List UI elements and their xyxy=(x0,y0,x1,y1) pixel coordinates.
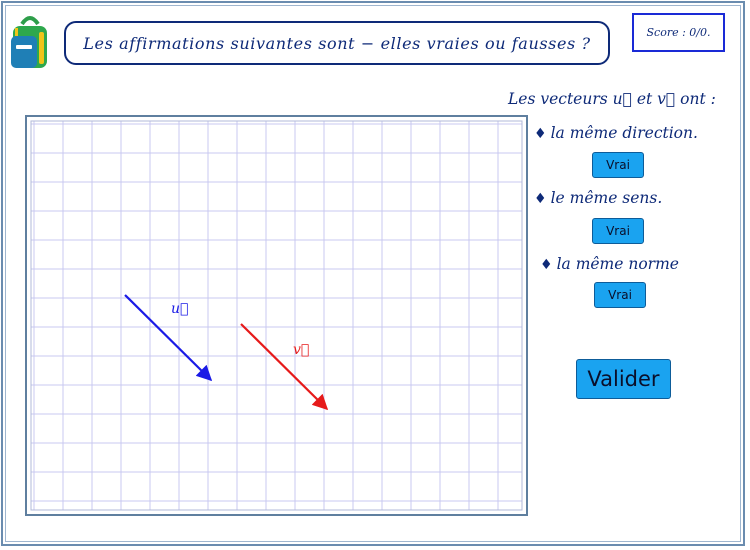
statements-intro: Les vecteurs u⃗ et v⃗ ont : xyxy=(508,90,716,108)
question-banner: Les affirmations suivantes sont − elles … xyxy=(64,21,610,65)
norm-answer-button[interactable]: Vrai xyxy=(594,282,646,308)
question-text: Les affirmations suivantes sont − elles … xyxy=(83,33,591,53)
score-box: Score : 0/0. xyxy=(632,13,725,52)
sense-answer-button[interactable]: Vrai xyxy=(592,218,644,244)
diamond-bullet-icon: ♦ xyxy=(534,191,547,207)
validate-button[interactable]: Valider xyxy=(576,359,671,399)
diamond-bullet-icon: ♦ xyxy=(540,257,553,273)
vector-u-arrow xyxy=(124,294,213,382)
vector-v-label: v⃗ xyxy=(293,342,309,358)
statement-direction: ♦ la même direction. xyxy=(534,124,698,142)
vector-v-arrow xyxy=(240,323,329,411)
direction-answer-button[interactable]: Vrai xyxy=(592,152,644,178)
grid-lines xyxy=(30,120,523,511)
statement-norm-text: la même norme xyxy=(556,255,679,273)
statement-direction-text: la même direction. xyxy=(550,124,698,142)
statement-sense-text: le même sens. xyxy=(550,189,663,207)
grid-border xyxy=(30,120,523,511)
score-text: Score : 0/0. xyxy=(646,26,711,39)
statement-sense: ♦ le même sens. xyxy=(534,189,662,207)
backpack-icon xyxy=(11,16,47,68)
diamond-bullet-icon: ♦ xyxy=(534,126,547,142)
vector-figure: u⃗ v⃗ xyxy=(25,115,528,516)
statement-norm: ♦ la même norme xyxy=(540,255,679,273)
vector-u-label: u⃗ xyxy=(171,301,188,317)
grid-canvas: u⃗ v⃗ xyxy=(30,120,523,511)
